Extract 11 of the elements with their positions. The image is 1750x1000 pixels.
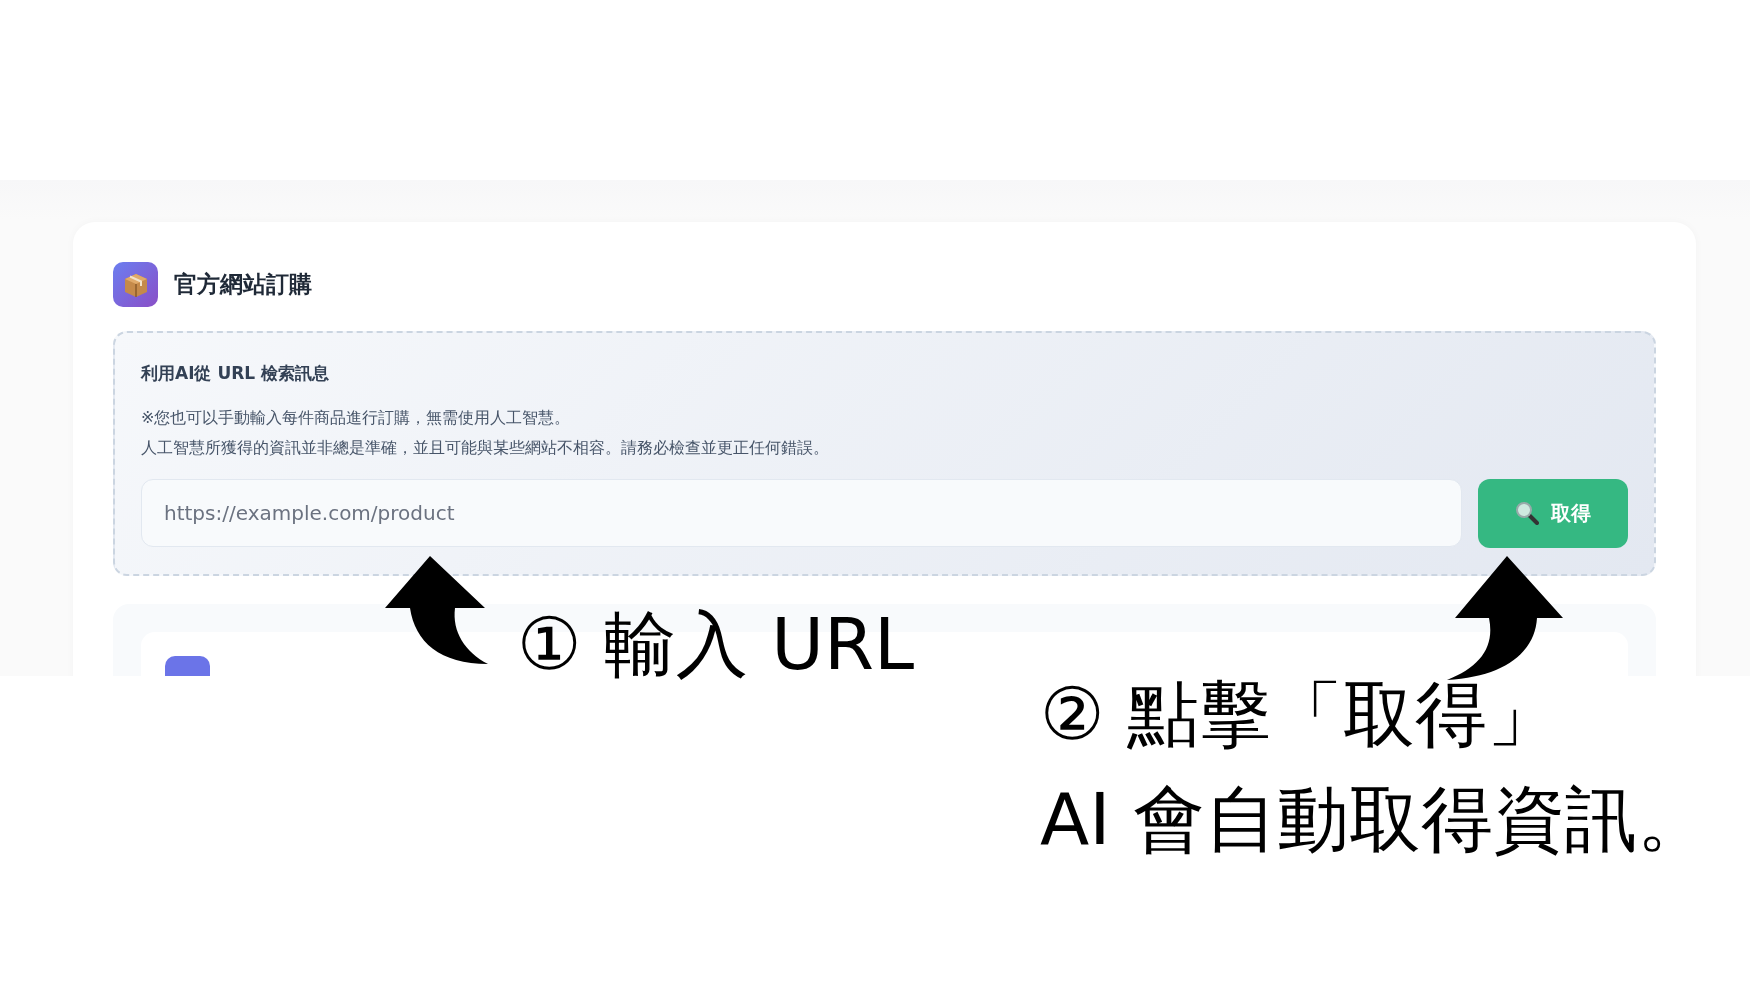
search-icon [1515,501,1539,525]
note-text: 人工智慧所獲得的資訊並非總是準確，並且可能與某些網站不相容。請務必檢查並更正任何錯誤。 [141,436,830,459]
package-icon [113,262,158,307]
panel-heading: 利用AI從 URL 檢索訊息 [141,362,331,385]
note-text: ※您也可以手動輸入每件商品進行訂購，無需使用人工智慧。 [141,406,572,429]
url-input-field[interactable]: https://example.com/product [141,479,1462,547]
fetch-button[interactable]: 取得 [1478,478,1628,548]
annotation-text: AI 會自動取得資訊。 [1040,783,1710,855]
card-title: 官方網站訂購 [174,270,312,300]
annotation-text: ① 輸入 URL [517,608,915,680]
annotation-text: ② 點擊「取得」 [1040,678,1560,750]
